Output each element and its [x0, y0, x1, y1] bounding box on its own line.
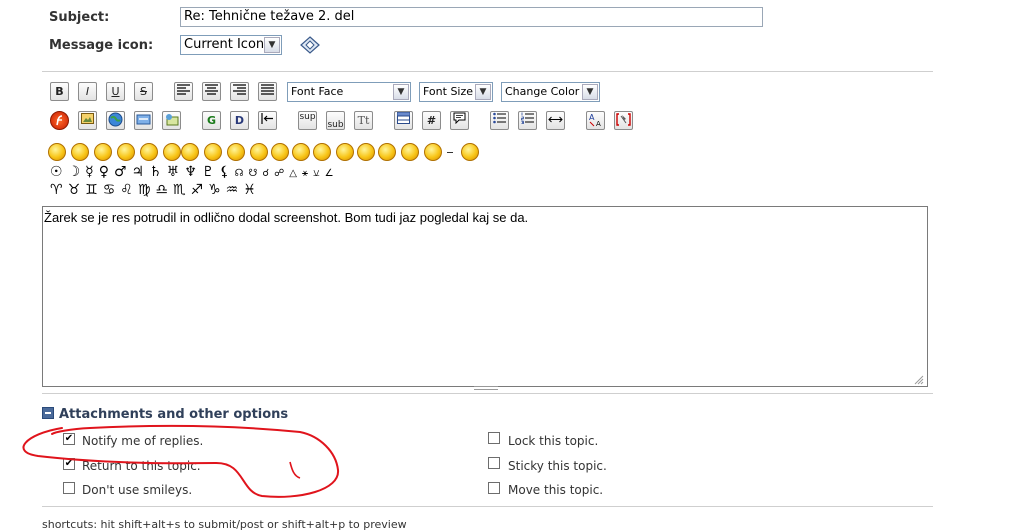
divider [42, 506, 933, 507]
shortcuts-hint: shortcuts: hit shift+alt+s to submit/pos… [42, 518, 407, 531]
red-annotation-icon [22, 424, 340, 498]
